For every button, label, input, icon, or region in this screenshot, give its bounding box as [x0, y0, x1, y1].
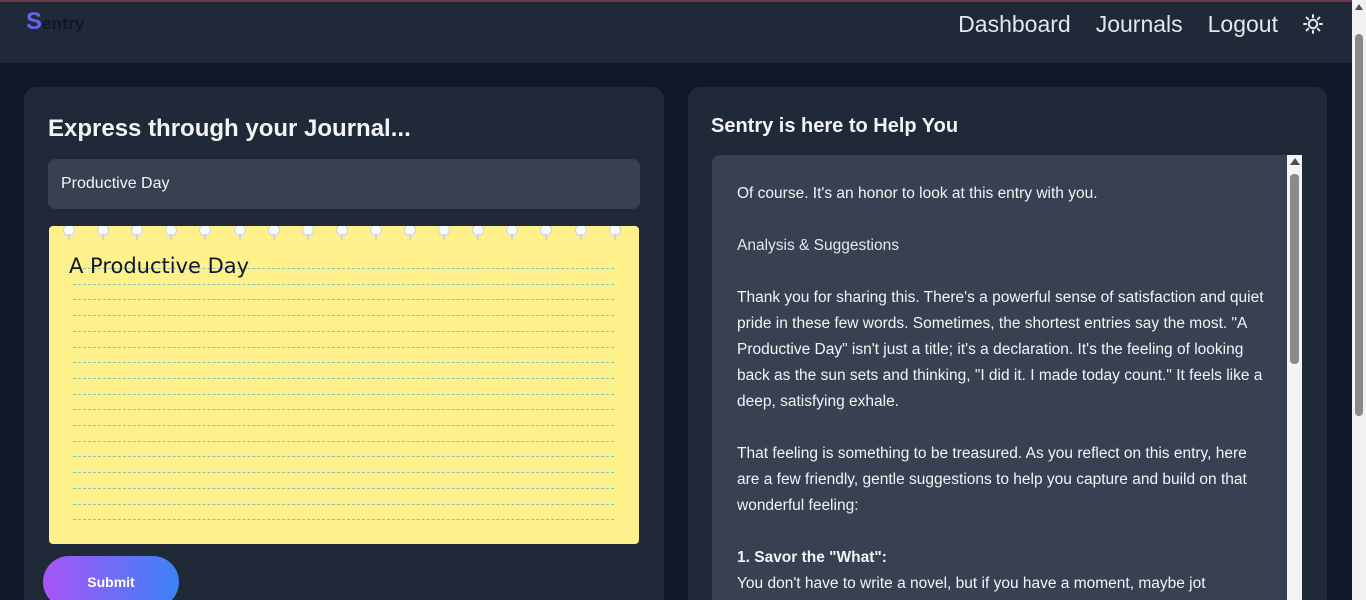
journal-card: Express through your Journal... A Produc… [24, 87, 664, 600]
notepad-ring [506, 226, 519, 240]
notepad-lines [73, 268, 614, 528]
nav-links: Dashboard Journals Logout [933, 11, 1324, 37]
notepad-line [73, 315, 614, 317]
notepad-line [73, 299, 614, 301]
assistant-card: Sentry is here to Help You Of course. It… [688, 87, 1327, 600]
response-point-text: You don't have to write a novel, but if … [737, 575, 1206, 592]
navbar: Sentry Dashboard Journals Logout [0, 2, 1352, 63]
notepad-ring [608, 226, 621, 240]
notepad-ring [404, 226, 416, 240]
page-scrollbar[interactable] [1352, 0, 1366, 600]
notepad-line [73, 456, 614, 458]
notepad-ring [131, 226, 144, 240]
notepad-rings [61, 226, 631, 244]
notepad-line [73, 472, 614, 474]
response-point-title: 1. Savor the "What": [737, 549, 887, 566]
response-paragraph: That feeling is something to be treasure… [737, 445, 1247, 514]
notepad-ring [369, 226, 382, 240]
notepad-line [73, 519, 614, 521]
page-scroll-up-arrow-icon[interactable] [1355, 4, 1363, 10]
notepad-ring [335, 226, 348, 240]
notepad-ring [63, 226, 75, 240]
notepad-ring [165, 226, 178, 240]
notepad-text[interactable]: A Productive Day [69, 254, 249, 278]
notepad-line [73, 393, 614, 395]
assistant-response: Of course. It's an honor to look at this… [737, 181, 1267, 600]
notepad-ring [438, 226, 451, 240]
notepad-line [73, 283, 614, 285]
response-scroll-thumb[interactable] [1290, 174, 1299, 364]
response-paragraph: Thank you for sharing this. There's a po… [737, 289, 1264, 410]
journal-notepad[interactable]: A Productive Day [49, 226, 639, 544]
logo-initial: S [26, 8, 43, 35]
notepad-ring [97, 226, 110, 240]
nav-link-journals[interactable]: Journals [1096, 11, 1183, 37]
scroll-up-arrow-icon[interactable] [1290, 158, 1300, 165]
notepad-ring [472, 226, 485, 240]
notepad-line [73, 440, 614, 442]
notepad-line [73, 503, 614, 505]
response-section-heading: Analysis & Suggestions [737, 237, 899, 254]
notepad-line [73, 425, 614, 426]
notepad-line [73, 346, 614, 348]
response-paragraph: Of course. It's an honor to look at this… [737, 185, 1098, 202]
notepad-ring [574, 226, 587, 240]
notepad-line [73, 487, 614, 489]
nav-link-dashboard[interactable]: Dashboard [958, 11, 1071, 37]
response-scrollbar[interactable] [1287, 155, 1302, 600]
assistant-heading: Sentry is here to Help You [711, 115, 959, 137]
nav-link-logout[interactable]: Logout [1208, 11, 1278, 37]
notepad-line [73, 362, 614, 364]
logo[interactable]: Sentry [26, 8, 85, 36]
notepad-ring [199, 226, 212, 240]
notepad-ring [267, 226, 280, 240]
journal-title-input[interactable] [48, 159, 640, 209]
page-scroll-thumb[interactable] [1355, 34, 1363, 416]
notepad-line [73, 330, 614, 332]
notepad-ring [233, 226, 246, 240]
notepad-line [73, 409, 614, 411]
assistant-response-box[interactable]: Of course. It's an honor to look at this… [712, 155, 1302, 600]
notepad-line [73, 377, 614, 379]
submit-button[interactable]: Submit [43, 556, 179, 600]
notepad-ring [301, 226, 314, 240]
journal-heading: Express through your Journal... [48, 115, 411, 142]
logo-text: entry [42, 14, 85, 33]
sun-icon[interactable] [1302, 13, 1324, 35]
notepad-ring [540, 226, 553, 240]
